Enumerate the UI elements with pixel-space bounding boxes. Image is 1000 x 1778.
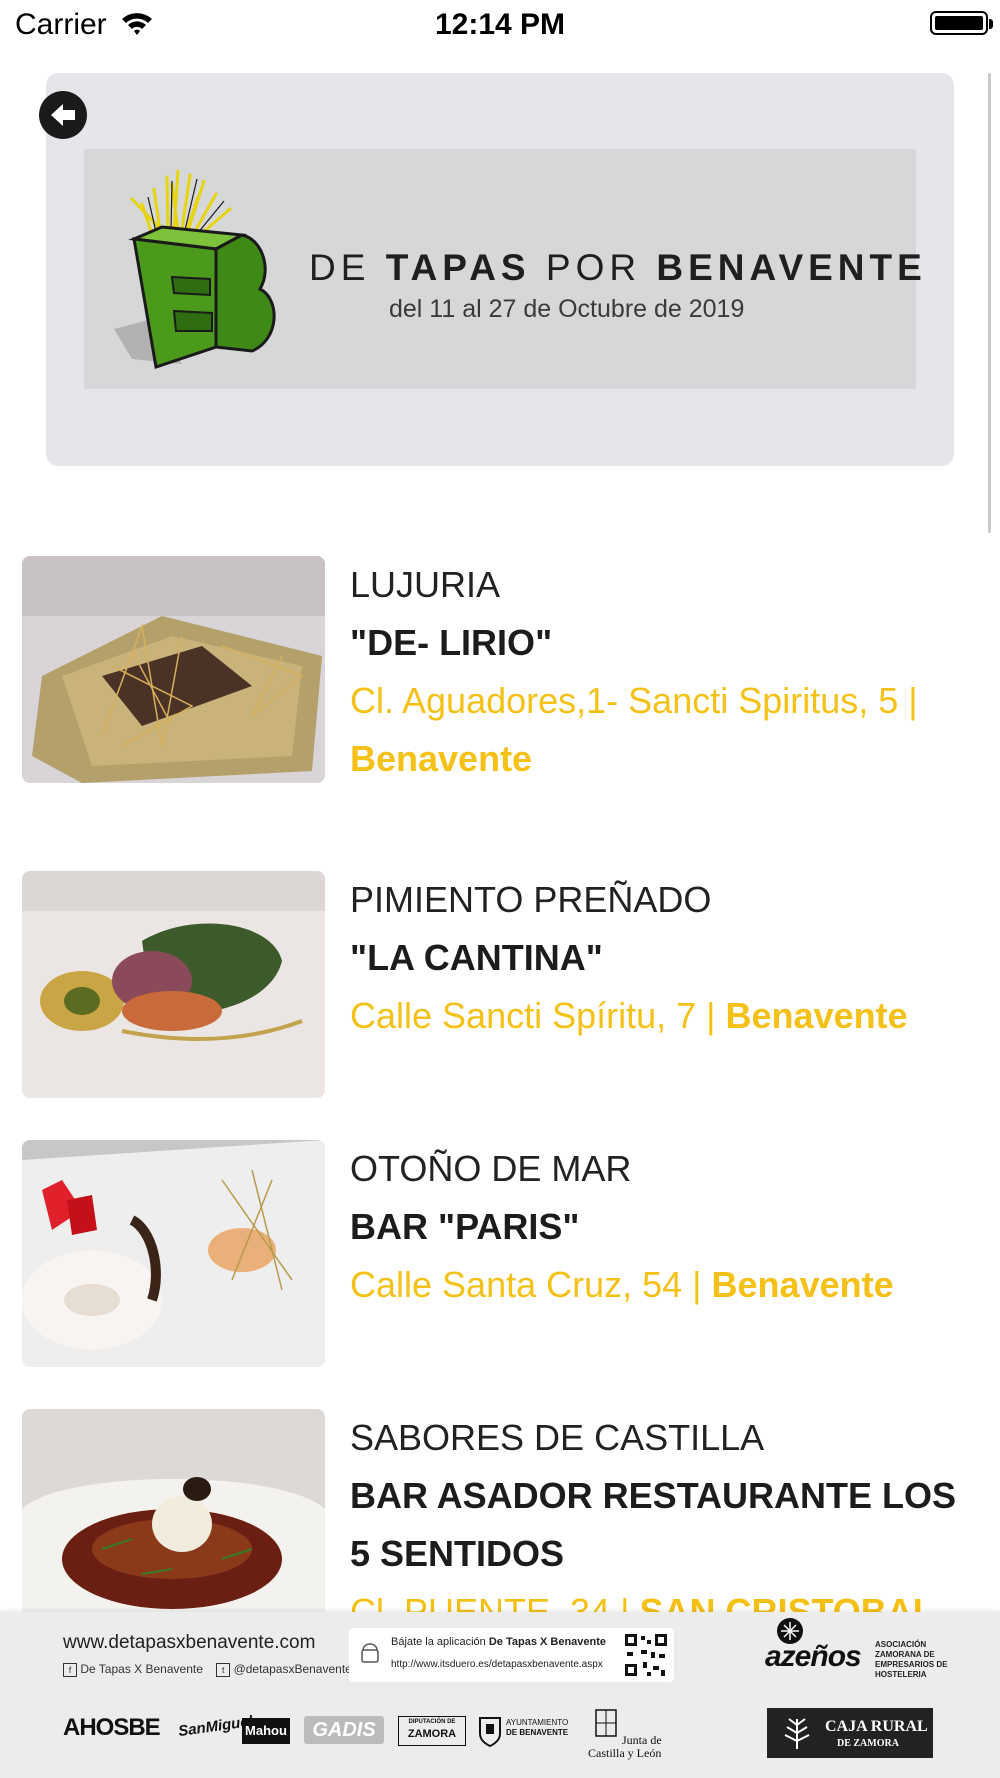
gadis-logo: GADIS (304, 1716, 384, 1744)
diputacion-label: ZAMORA (407, 1728, 457, 1740)
tapa-name: SABORES DE CASTILLA (350, 1417, 765, 1458)
twitter-label[interactable]: @detapasxBenavente (234, 1662, 352, 1676)
mahou-label: Mahou (245, 1723, 287, 1738)
twitter-icon: t (216, 1663, 231, 1677)
junta-logo: Junta de Castilla y León (588, 1734, 662, 1760)
status-bar: Carrier 12:14 PM (0, 0, 1000, 50)
tapa-name: PIMIENTO PREÑADO (350, 879, 712, 920)
qr-code-icon (623, 1632, 669, 1678)
app-url[interactable]: http://www.itsduero.es/detapasxbenavente… (391, 1659, 603, 1670)
battery-nub (989, 19, 993, 29)
website-link[interactable]: www.detapasxbenavente.com (63, 1632, 315, 1654)
bar-name: BAR "PARIS" (350, 1206, 580, 1247)
mahou-logo: Mahou (242, 1718, 290, 1744)
facebook-label[interactable]: De Tapas X Benavente (80, 1662, 203, 1676)
tapa-photo (22, 1409, 325, 1636)
ahosbe-logo: AHOSBE (63, 1714, 161, 1742)
social-links: f De Tapas X Benavente t @detapasxBenave… (63, 1662, 352, 1677)
address-street: Calle Santa Cruz, 54 | (350, 1264, 712, 1305)
azenos-subtitle: ASOCIACIÓN ZAMORANA DE EMPRESARIOS DE HO… (875, 1640, 948, 1679)
tapa-name: OTOÑO DE MAR (350, 1148, 632, 1189)
scroll-indicator[interactable] (988, 73, 991, 533)
benavente-coat-of-arms-icon (479, 1717, 501, 1748)
address-street: Cl. Aguadores,1- Sancti Spiritus, 5 | (350, 680, 918, 721)
sponsor-footer: www.detapasxbenavente.com f De Tapas X B… (0, 1612, 1000, 1778)
address-town: Benavente (350, 738, 533, 779)
tapa-info: PIMIENTO PREÑADO "LA CANTINA" Calle Sanc… (350, 871, 980, 1045)
tapa-photo (22, 1140, 325, 1367)
banner-title-benavente: BENAVENTE (656, 247, 927, 288)
bar-name: BAR ASADOR RESTAURANTE LOS 5 SENTIDOS (350, 1475, 957, 1574)
tapa-name: LUJURIA (350, 564, 501, 605)
ahosbe-label: AHOSBE (63, 1714, 161, 1741)
azenos-logo: azeños (765, 1640, 862, 1673)
address: Calle Santa Cruz, 54 | Benavente (350, 1256, 980, 1314)
ayuntamiento-logo: AYUNTAMIENTO DE BENAVENTE (506, 1718, 568, 1738)
tapas-b-logo (114, 169, 276, 369)
gadis-label: GADIS (312, 1719, 376, 1741)
caja-rural-logo: CAJA RURAL DE ZAMORA (767, 1708, 933, 1758)
address-street: Calle Sancti Spíritu, 7 | (350, 995, 726, 1036)
battery-icon (930, 11, 988, 35)
tapa-photo (22, 871, 325, 1098)
app-name: De Tapas X Benavente (488, 1636, 607, 1648)
clock: 12:14 PM (434, 8, 566, 41)
ayuntamiento-label: DE BENAVENTE (506, 1728, 569, 1737)
app-download-prefix: Bájate la aplicación (391, 1636, 489, 1648)
caja-rural-sublabel: DE ZAMORA (837, 1738, 899, 1749)
event-banner: DE TAPAS POR BENAVENTE del 11 al 27 de O… (84, 149, 922, 389)
tapa-info: OTOÑO DE MAR BAR "PARIS" Calle Santa Cru… (350, 1140, 980, 1314)
back-button[interactable] (39, 91, 87, 139)
banner-title-tapas: TAPAS (385, 247, 531, 288)
diputacion-logo: DIPUTACIÓN DE ZAMORA (398, 1716, 466, 1746)
arrow-left-icon (51, 104, 75, 126)
tapa-info: LUJURIA "DE- LIRIO" Cl. Aguadores,1- San… (350, 556, 980, 788)
app-download-box[interactable]: Bájate la aplicación De Tapas X Benavent… (349, 1628, 674, 1682)
ayuntamiento-small: AYUNTAMIENTO (506, 1718, 569, 1727)
bar-name: "LA CANTINA" (350, 937, 603, 978)
android-icon (361, 1643, 379, 1663)
banner-title-de: DE (309, 247, 371, 288)
banner-dates: del 11 al 27 de Octubre de 2019 (389, 295, 745, 323)
facebook-icon: f (63, 1663, 77, 1677)
tapa-photo (22, 556, 325, 783)
app-download-text: Bájate la aplicación De Tapas X Benavent… (391, 1636, 606, 1648)
address: Cl. Aguadores,1- Sancti Spiritus, 5 | Be… (350, 672, 980, 788)
wheat-icon (784, 1718, 810, 1749)
bar-name: "DE- LIRIO" (350, 622, 553, 663)
address-town: Benavente (725, 995, 908, 1036)
banner-title: DE TAPAS POR BENAVENTE (309, 247, 927, 289)
junta-label-2: Castilla y León (588, 1746, 662, 1760)
diputacion-small: DIPUTACIÓN DE (408, 1719, 456, 1725)
tapa-info: SABORES DE CASTILLA BAR ASADOR RESTAURAN… (350, 1409, 980, 1641)
address: Calle Sancti Spíritu, 7 | Benavente (350, 987, 980, 1045)
banner-title-por: POR (545, 247, 642, 288)
address-town: Benavente (711, 1264, 894, 1305)
caja-rural-label: CAJA RURAL (825, 1718, 928, 1735)
